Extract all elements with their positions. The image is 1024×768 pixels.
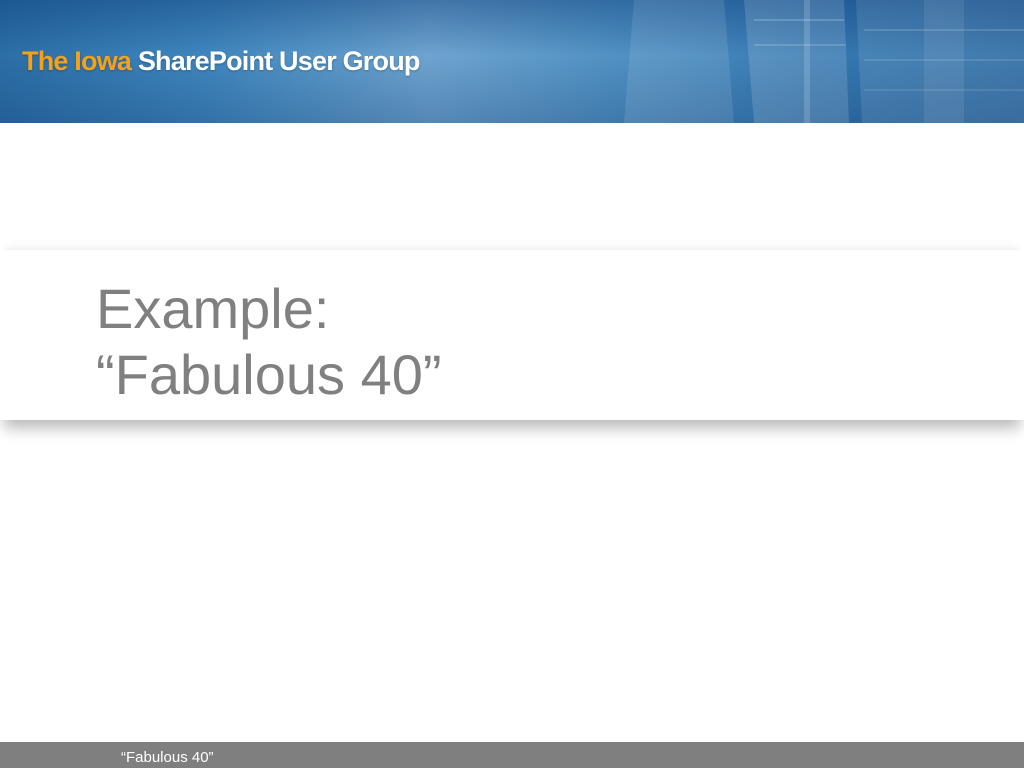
logo-text-highlight: The Iowa <box>22 46 132 76</box>
slide: The Iowa SharePoint User Group Example: … <box>0 0 1024 768</box>
footer-text: “Fabulous 40” <box>121 749 214 766</box>
building-graphic <box>594 0 1024 123</box>
logo-text-rest: SharePoint User Group <box>137 46 421 76</box>
group-logo: The Iowa SharePoint User Group <box>22 44 420 78</box>
slide-title-line-2: “Fabulous 40” <box>96 343 442 406</box>
footer-bar: “Fabulous 40” <box>0 742 1024 768</box>
slide-title: Example: “Fabulous 40” <box>96 276 442 408</box>
slide-title-line-1: Example: <box>96 277 330 340</box>
header-banner: The Iowa SharePoint User Group <box>0 0 1024 123</box>
